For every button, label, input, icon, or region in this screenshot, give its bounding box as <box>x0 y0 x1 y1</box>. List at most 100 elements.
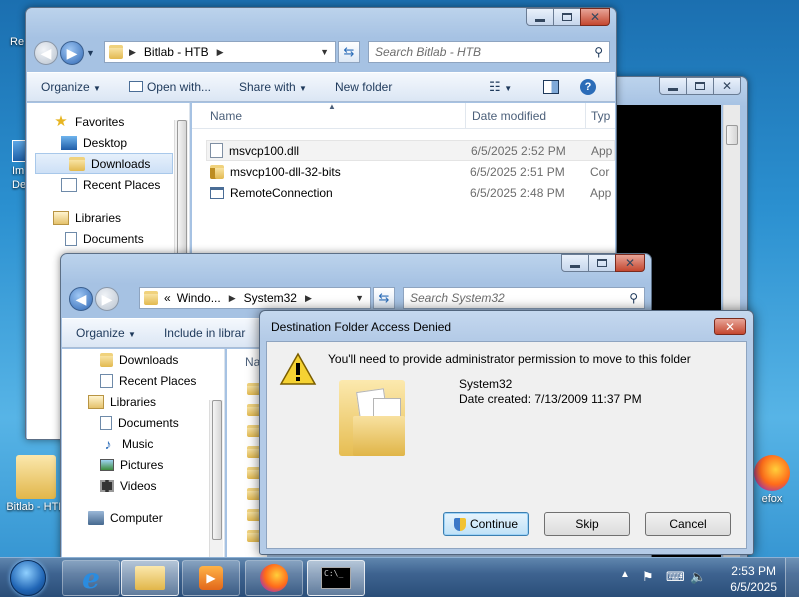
nav-label: Documents <box>118 415 179 430</box>
nav-label: Documents <box>83 231 144 246</box>
volume-icon[interactable]: 🔈 <box>690 569 706 585</box>
address-dropdown-icon[interactable]: ▼ <box>320 47 329 57</box>
nav-label: Music <box>122 436 154 451</box>
search-placeholder: Search Bitlab - HTB <box>375 45 482 59</box>
address-chevron-icon: ▶ <box>216 46 224 57</box>
continue-button[interactable]: Continue <box>443 512 529 536</box>
nav-pictures[interactable]: Pictures <box>62 454 224 475</box>
pictures-icon <box>100 458 114 471</box>
organize-menu[interactable]: Organize ▼ <box>27 80 115 94</box>
column-type[interactable]: Typ <box>591 109 610 123</box>
cancel-button[interactable]: Cancel <box>645 512 731 536</box>
search-input[interactable]: Search System32 ⚲ <box>403 287 645 309</box>
videos-icon <box>100 479 114 492</box>
nav-recent-places[interactable]: Recent Places <box>62 370 224 391</box>
taskbar-explorer[interactable] <box>121 560 179 596</box>
taskbar-media-player[interactable]: ▶ <box>182 560 240 596</box>
nav-documents[interactable]: Documents <box>27 228 189 249</box>
nav-libraries[interactable]: Libraries <box>62 391 224 412</box>
minimize-button[interactable] <box>561 254 589 272</box>
minimize-button[interactable] <box>659 77 687 95</box>
skip-label: Skip <box>575 517 599 531</box>
view-options-button[interactable]: ☷ ▼ <box>489 79 512 95</box>
show-hidden-icons-button[interactable]: ▲ <box>620 569 630 580</box>
nav-label: Recent Places <box>119 373 197 388</box>
scroll-thumb[interactable] <box>212 400 222 540</box>
desktop-icon <box>61 135 77 150</box>
refresh-button[interactable]: ⇆ <box>373 287 395 309</box>
nav-documents[interactable]: Documents <box>62 412 224 433</box>
skip-button[interactable]: Skip <box>544 512 630 536</box>
minimize-button[interactable] <box>526 8 554 26</box>
taskbar-firefox[interactable] <box>245 560 303 596</box>
preview-pane-button[interactable] <box>543 80 559 94</box>
scroll-thumb[interactable] <box>726 125 738 145</box>
address-overflow[interactable]: « <box>164 291 171 305</box>
taskbar-internet-explorer[interactable]: e <box>62 560 120 596</box>
folder-name: System32 <box>459 377 513 391</box>
forward-arrow-icon: ▶ <box>66 44 78 61</box>
close-button[interactable]: ✕ <box>580 8 610 26</box>
share-with-menu[interactable]: Share with ▼ <box>225 80 321 94</box>
dialog-body: You'll need to provide administrator per… <box>266 341 747 549</box>
nav-favorites[interactable]: ★ Favorites <box>27 111 189 132</box>
include-in-library-menu[interactable]: Include in librar <box>150 326 259 340</box>
nav-computer[interactable]: Computer <box>62 507 224 528</box>
nav-desktop[interactable]: Desktop <box>27 132 189 153</box>
nav-downloads[interactable]: Downloads <box>35 153 173 174</box>
close-button[interactable]: ✕ <box>615 254 645 272</box>
address-bar[interactable]: « Windo... ▶ System32 ▶ ▼ <box>139 287 371 309</box>
recycle-bin-label: Re <box>10 36 25 48</box>
nav-recent-places[interactable]: Recent Places <box>27 174 189 195</box>
address-bar[interactable]: ▶ Bitlab - HTB ▶ ▼ <box>104 41 336 63</box>
cancel-label: Cancel <box>669 517 707 531</box>
breadcrumb-segment[interactable]: Windo... <box>177 291 221 305</box>
recent-places-icon <box>61 177 77 192</box>
file-row[interactable]: msvcp100-dll-32-bits 6/5/2025 2:51 PM Co… <box>206 161 615 182</box>
open-with-button[interactable]: Open with... <box>115 80 225 94</box>
search-input[interactable]: Search Bitlab - HTB ⚲ <box>368 41 610 63</box>
nav-downloads[interactable]: Downloads <box>62 349 224 370</box>
start-button[interactable] <box>4 558 52 597</box>
forward-arrow-icon: ▶ <box>101 290 113 307</box>
maximize-button[interactable] <box>553 8 581 26</box>
recent-pages-chevron-icon[interactable]: ▼ <box>86 48 95 58</box>
column-date-modified[interactable]: Date modified <box>472 109 546 123</box>
breadcrumb-segment[interactable]: Bitlab - HTB <box>144 45 209 59</box>
taskbar-cmd[interactable]: C:\_ <box>307 560 365 596</box>
organize-menu[interactable]: Organize ▼ <box>62 326 150 340</box>
scroll-thumb[interactable] <box>177 120 187 270</box>
file-row[interactable]: RemoteConnection 6/5/2025 2:48 PM App <box>206 182 615 203</box>
access-denied-dialog[interactable]: Destination Folder Access Denied ✕ You'l… <box>259 310 754 555</box>
bitlab-folder-desktop-icon[interactable]: Bitlab - HTB <box>4 455 68 513</box>
maximize-button[interactable] <box>588 254 616 272</box>
close-button[interactable]: ✕ <box>714 318 746 335</box>
nav-scrollbar[interactable] <box>209 400 223 562</box>
address-dropdown-icon[interactable]: ▼ <box>355 293 364 303</box>
column-name[interactable]: Name <box>210 109 242 123</box>
close-icon: ✕ <box>724 319 736 334</box>
firefox-desktop-icon[interactable]: efox <box>748 455 796 505</box>
refresh-button[interactable]: ⇆ <box>338 41 360 63</box>
new-folder-button[interactable]: New folder <box>321 80 406 94</box>
nav-libraries[interactable]: Libraries <box>27 207 189 228</box>
clock-time: 2:53 PM <box>731 564 776 578</box>
help-button[interactable]: ? <box>580 79 596 95</box>
nav-music[interactable]: ♪ Music <box>62 433 224 454</box>
file-row[interactable]: msvcp100.dll 6/5/2025 2:52 PM App <box>206 140 615 161</box>
file-date: 6/5/2025 2:48 PM <box>470 185 565 200</box>
breadcrumb-segment[interactable]: System32 <box>244 291 297 305</box>
action-center-flag-icon[interactable]: ⚑ <box>642 569 654 585</box>
firefox-icon <box>754 455 790 491</box>
forward-button[interactable]: ▶ <box>60 41 84 65</box>
back-button[interactable]: ◀ <box>69 287 93 311</box>
forward-button[interactable]: ▶ <box>95 287 119 311</box>
back-button[interactable]: ◀ <box>34 41 58 65</box>
star-icon: ★ <box>54 112 68 130</box>
close-button[interactable]: ✕ <box>713 77 741 95</box>
maximize-button[interactable] <box>686 77 714 95</box>
clock[interactable]: 2:53 PM 6/5/2025 <box>730 563 777 595</box>
nav-videos[interactable]: Videos <box>62 475 224 496</box>
show-desktop-button[interactable] <box>785 558 799 597</box>
network-icon[interactable]: ⌨ <box>666 569 685 585</box>
